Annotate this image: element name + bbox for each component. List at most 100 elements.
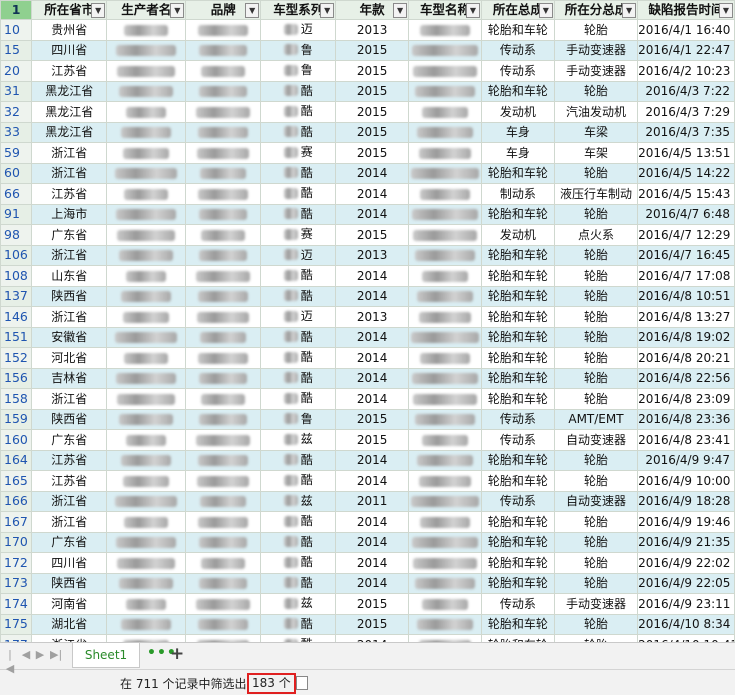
cell-sub-assembly[interactable]: 轮胎 [553,80,639,102]
cell-manufacturer[interactable] [106,449,187,471]
cell-model-series[interactable]: 迈 [260,244,337,266]
cell-manufacturer[interactable] [106,347,187,369]
cell-year[interactable]: 2014 [335,634,410,642]
cell-model-series[interactable]: 鲁 [260,408,337,430]
cell-year[interactable]: 2014 [335,162,410,184]
cell-model-series[interactable]: 酷 [260,531,337,553]
cell-province[interactable]: 浙江省 [31,634,108,642]
table-row[interactable]: 170 广东省 酷 2014 轮胎和车轮 轮胎 2016/4/9 21:35 [0,531,735,553]
row-number[interactable]: 146 [0,306,33,328]
cell-province[interactable]: 贵州省 [31,19,108,41]
cell-assembly[interactable]: 轮胎和车轮 [480,572,555,594]
table-row[interactable]: 15 四川省 鲁 2015 传动系 手动变速器 2016/4/1 22:47 [0,39,735,61]
cell-model-series[interactable]: 酷 [260,265,337,287]
cell-brand[interactable] [185,80,262,102]
cell-model-series[interactable]: 酷 [260,347,337,369]
cell-model-series[interactable]: 酷 [260,183,337,205]
cell-province[interactable]: 广东省 [31,429,108,451]
cell-sub-assembly[interactable]: 轮胎 [553,613,639,635]
cell-model-series[interactable]: 兹 [260,429,337,451]
cell-year[interactable]: 2015 [335,39,410,61]
cell-sub-assembly[interactable]: 手动变速器 [553,60,639,82]
cell-province[interactable]: 上海市 [31,203,108,225]
cell-model-name[interactable] [408,203,482,225]
cell-year[interactable]: 2014 [335,203,410,225]
cell-manufacturer[interactable] [106,285,187,307]
cell-model-name[interactable] [408,367,482,389]
cell-brand[interactable] [185,244,262,266]
row-number[interactable]: 59 [0,142,33,164]
cell-sub-assembly[interactable]: 车梁 [553,121,639,143]
cell-report-time[interactable]: 2016/4/9 22:02 [637,552,735,574]
cell-model-name[interactable] [408,306,482,328]
cell-model-name[interactable] [408,60,482,82]
cell-assembly[interactable]: 轮胎和车轮 [480,511,555,533]
cell-sub-assembly[interactable]: 点火系 [553,224,639,246]
document-icon[interactable] [296,676,308,690]
cell-sub-assembly[interactable]: 轮胎 [553,634,639,642]
cell-brand[interactable] [185,593,262,615]
cell-province[interactable]: 江苏省 [31,183,108,205]
cell-province[interactable]: 江苏省 [31,470,108,492]
cell-report-time[interactable]: 2016/4/8 23:09 [637,388,735,410]
row-number[interactable]: 20 [0,60,33,82]
cell-province[interactable]: 江苏省 [31,60,108,82]
cell-manufacturer[interactable] [106,470,187,492]
cell-model-series[interactable]: 酷 [260,285,337,307]
cell-report-time[interactable]: 2016/4/9 10:00 [637,470,735,492]
table-row[interactable]: 60 浙江省 酷 2014 轮胎和车轮 轮胎 2016/4/5 14:22 [0,162,735,184]
cell-year[interactable]: 2015 [335,593,410,615]
cell-manufacturer[interactable] [106,511,187,533]
cell-assembly[interactable]: 传动系 [480,429,555,451]
cell-model-name[interactable] [408,39,482,61]
cell-model-name[interactable] [408,80,482,102]
cell-manufacturer[interactable] [106,367,187,389]
prev-sheet-icon[interactable]: ◀ [20,648,32,662]
cell-model-series[interactable]: 迈 [260,306,337,328]
cell-report-time[interactable]: 2016/4/8 20:21 [637,347,735,369]
table-row[interactable]: 146 浙江省 迈 2013 轮胎和车轮 轮胎 2016/4/8 13:27 [0,306,735,328]
cell-report-time[interactable]: 2016/4/3 7:29 [637,101,735,123]
table-row[interactable]: 32 黑龙江省 酷 2015 发动机 汽油发动机 2016/4/3 7:29 [0,101,735,123]
cell-manufacturer[interactable] [106,224,187,246]
cell-model-series[interactable]: 鲁 [260,60,337,82]
cell-report-time[interactable]: 2016/4/10 8:34 [637,613,735,635]
cell-province[interactable]: 四川省 [31,39,108,61]
cell-manufacturer[interactable] [106,39,187,61]
cell-province[interactable]: 河北省 [31,347,108,369]
cell-assembly[interactable]: 轮胎和车轮 [480,306,555,328]
next-sheet-icon[interactable]: ▶ [34,648,46,662]
cell-year[interactable]: 2015 [335,408,410,430]
cell-brand[interactable] [185,572,262,594]
row-number[interactable]: 32 [0,101,33,123]
cell-province[interactable]: 浙江省 [31,306,108,328]
cell-sub-assembly[interactable]: 轮胎 [553,367,639,389]
cell-model-series[interactable]: 酷 [260,203,337,225]
first-sheet-icon[interactable]: |◀ [4,648,16,675]
cell-year[interactable]: 2015 [335,80,410,102]
cell-year[interactable]: 2013 [335,244,410,266]
cell-assembly[interactable]: 轮胎和车轮 [480,285,555,307]
cell-brand[interactable] [185,388,262,410]
cell-brand[interactable] [185,224,262,246]
row-number[interactable]: 151 [0,326,33,348]
cell-report-time[interactable]: 2016/4/8 23:41 [637,429,735,451]
cell-brand[interactable] [185,265,262,287]
cell-model-series[interactable]: 酷 [260,449,337,471]
cell-brand[interactable] [185,285,262,307]
cell-manufacturer[interactable] [106,101,187,123]
cell-model-name[interactable] [408,470,482,492]
cell-report-time[interactable]: 2016/4/9 9:47 [637,449,735,471]
cell-brand[interactable] [185,142,262,164]
cell-model-series[interactable]: 赛 [260,142,337,164]
cell-model-series[interactable]: 酷 [260,634,337,642]
cell-brand[interactable] [185,60,262,82]
cell-assembly[interactable]: 车身 [480,121,555,143]
cell-sub-assembly[interactable]: 轮胎 [553,449,639,471]
cell-report-time[interactable]: 2016/4/3 7:35 [637,121,735,143]
cell-model-name[interactable] [408,449,482,471]
cell-manufacturer[interactable] [106,265,187,287]
cell-province[interactable]: 广东省 [31,224,108,246]
table-row[interactable]: 20 江苏省 鲁 2015 传动系 手动变速器 2016/4/2 10:23 [0,60,735,82]
row-number[interactable]: 31 [0,80,33,102]
